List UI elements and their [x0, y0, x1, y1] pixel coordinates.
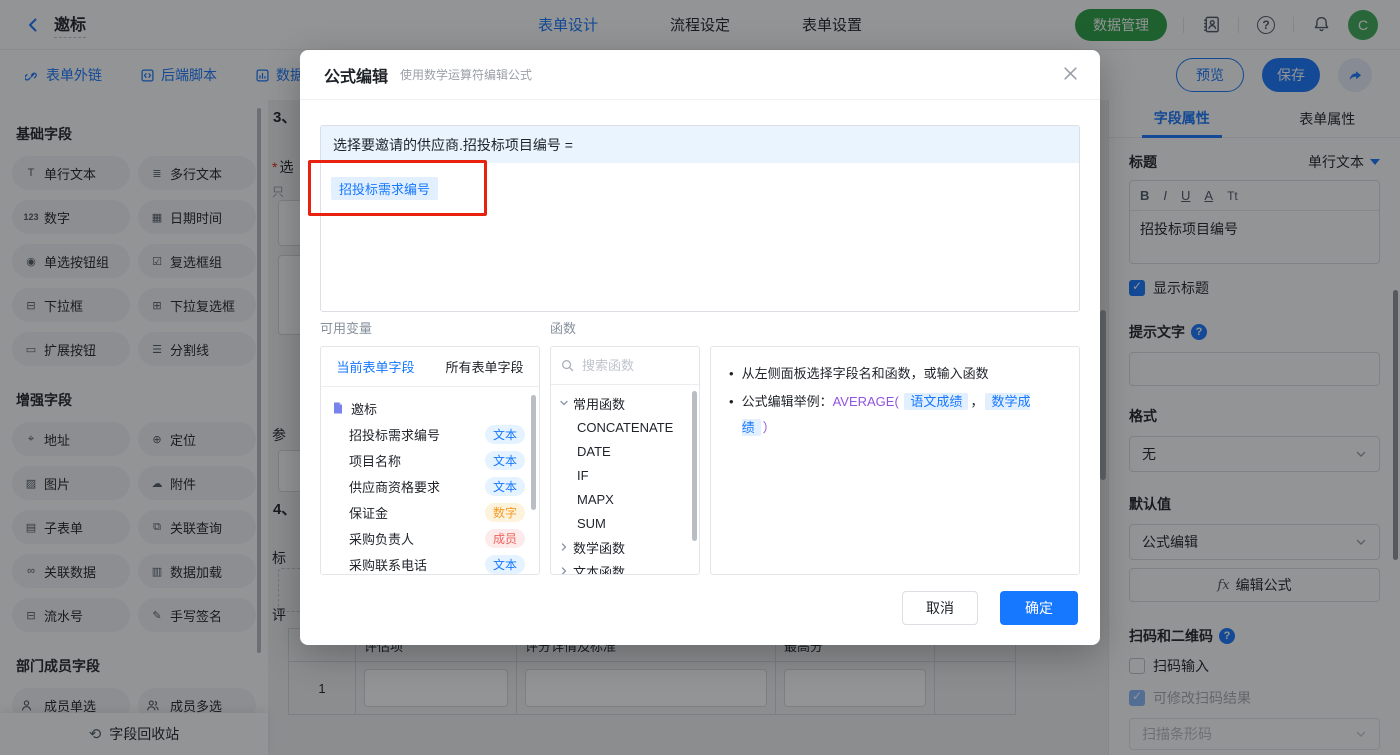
- variable-item[interactable]: 招投标需求编号 文本: [321, 421, 539, 447]
- modal-subtitle: 使用数学运算符编辑公式: [400, 68, 533, 82]
- chevron-right-icon: [561, 567, 567, 574]
- field-type-badge: 文本: [484, 424, 525, 444]
- variable-item[interactable]: 保证金 数字: [321, 499, 539, 525]
- function-item[interactable]: DATE: [551, 439, 699, 463]
- field-type-badge: 数字: [484, 502, 525, 522]
- chevron-right-icon: [561, 543, 567, 551]
- function-item[interactable]: SUM: [551, 511, 699, 535]
- tab-all-form-fields[interactable]: 所有表单字段: [430, 347, 539, 386]
- variable-item[interactable]: 项目名称 文本: [321, 447, 539, 473]
- form-doc-icon: [334, 402, 342, 414]
- variables-scrollbar[interactable]: [531, 395, 536, 510]
- function-name-text: AVERAGE(: [832, 394, 899, 409]
- app-window: 邀标 表单设计 流程设定 表单设置 数据管理 C 表单外链: [0, 0, 1400, 755]
- formula-field-chip[interactable]: 招投标需求编号: [331, 177, 439, 200]
- functions-section-label: 函数: [550, 321, 577, 336]
- variable-item[interactable]: 采购负责人 成员: [321, 525, 539, 551]
- close-icon[interactable]: [1063, 66, 1078, 81]
- field-type-badge: 文本: [484, 476, 525, 496]
- chevron-down-icon: [560, 400, 568, 406]
- help-example: 公式编辑举例：AVERAGE( 语文成绩，数学成绩）: [729, 389, 1061, 441]
- example-field-chip: 语文成绩: [904, 393, 969, 410]
- function-item[interactable]: CONCATENATE: [551, 415, 699, 439]
- tab-current-form-fields[interactable]: 当前表单字段: [321, 347, 430, 386]
- function-item[interactable]: MAPX: [551, 487, 699, 511]
- variable-item[interactable]: 供应商资格要求 文本: [321, 473, 539, 499]
- variables-section-label: 可用变量: [320, 321, 373, 336]
- confirm-button[interactable]: 确定: [1000, 591, 1078, 625]
- field-type-badge: 成员: [484, 528, 525, 548]
- variable-form-node[interactable]: 邀标: [321, 395, 539, 421]
- function-search-input[interactable]: [582, 358, 682, 373]
- formula-input-body[interactable]: 招投标需求编号: [321, 163, 1079, 311]
- functions-panel: 常用函数 CONCATENATE DATE IF MAPX SUM 数学函数 文…: [550, 346, 700, 575]
- variables-panel: 当前表单字段 所有表单字段 邀标 招投标需求编号 文本 项目名称 文本 供应商资格要…: [320, 346, 540, 575]
- help-tip: 从左侧面板选择字段名和函数，或输入函数: [729, 361, 1061, 387]
- formula-target-bar: 选择要邀请的供应商.招投标项目编号 =: [321, 126, 1079, 163]
- formula-edit-modal: 公式编辑 使用数学运算符编辑公式 选择要邀请的供应商.招投标项目编号 = 招投标…: [300, 50, 1100, 645]
- field-type-badge: 文本: [484, 554, 525, 574]
- function-group-common[interactable]: 常用函数: [551, 391, 699, 415]
- functions-scrollbar[interactable]: [692, 391, 697, 541]
- search-icon: [562, 360, 574, 372]
- function-group-math[interactable]: 数学函数: [551, 535, 699, 559]
- function-search[interactable]: [551, 347, 699, 385]
- cancel-button[interactable]: 取消: [902, 591, 978, 625]
- function-group-text[interactable]: 文本函数: [551, 559, 699, 574]
- function-item[interactable]: IF: [551, 463, 699, 487]
- variable-item[interactable]: 采购联系电话 文本: [321, 551, 539, 574]
- modal-title: 公式编辑: [324, 68, 389, 86]
- field-type-badge: 文本: [484, 450, 525, 470]
- formula-editor-area[interactable]: 选择要邀请的供应商.招投标项目编号 = 招投标需求编号: [320, 125, 1080, 312]
- formula-help-panel: 从左侧面板选择字段名和函数，或输入函数 公式编辑举例：AVERAGE( 语文成绩…: [710, 346, 1080, 575]
